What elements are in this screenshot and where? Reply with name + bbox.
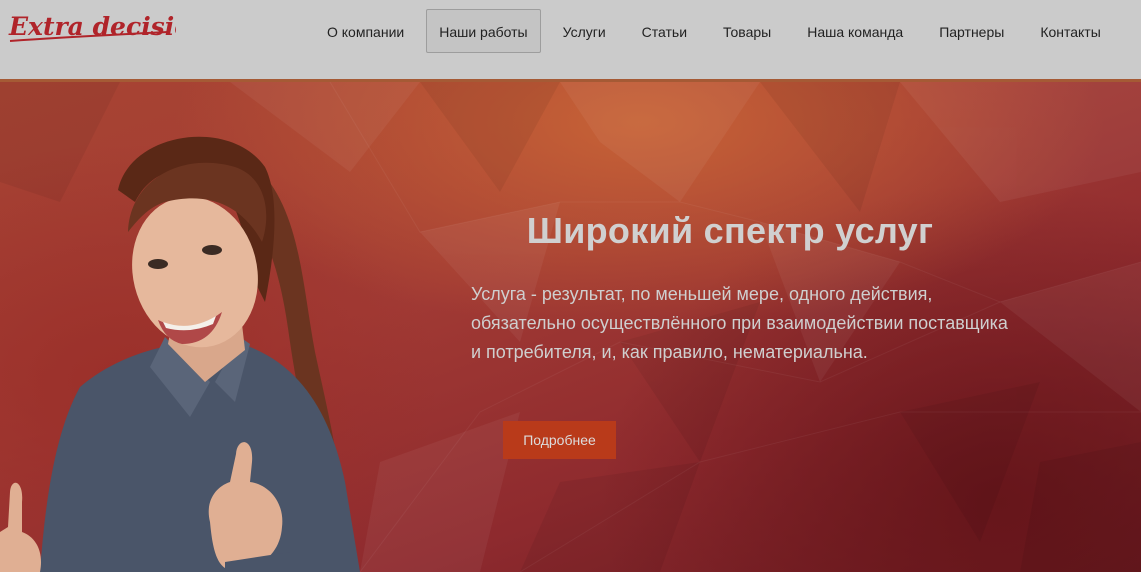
hero-description: Услуга - результат, по меньшей мере, одн… <box>471 284 1008 362</box>
more-button[interactable]: Подробнее <box>503 421 616 459</box>
nav-item-services[interactable]: Услуги <box>545 9 624 53</box>
nav-item-about[interactable]: О компании <box>309 9 422 53</box>
nav-item-articles[interactable]: Статьи <box>624 9 705 53</box>
hero-title: Широкий спектр услуг <box>526 210 934 251</box>
woman-thumbs-up-image <box>0 136 360 572</box>
nav-item-partners[interactable]: Партнеры <box>921 9 1022 53</box>
nav-item-contacts[interactable]: Контакты <box>1022 9 1118 53</box>
nav-item-team[interactable]: Наша команда <box>789 9 921 53</box>
hero-banner: Широкий спектр услуг Услуга - результат,… <box>0 82 1141 572</box>
nav-item-works[interactable]: Наши работы <box>426 9 541 53</box>
site-header: Extra decision О компании Наши работы Ус… <box>0 0 1141 82</box>
site-logo[interactable]: Extra decision <box>6 8 176 48</box>
nav-item-products[interactable]: Товары <box>705 9 789 53</box>
main-nav: О компании Наши работы Услуги Статьи Тов… <box>309 9 1119 53</box>
